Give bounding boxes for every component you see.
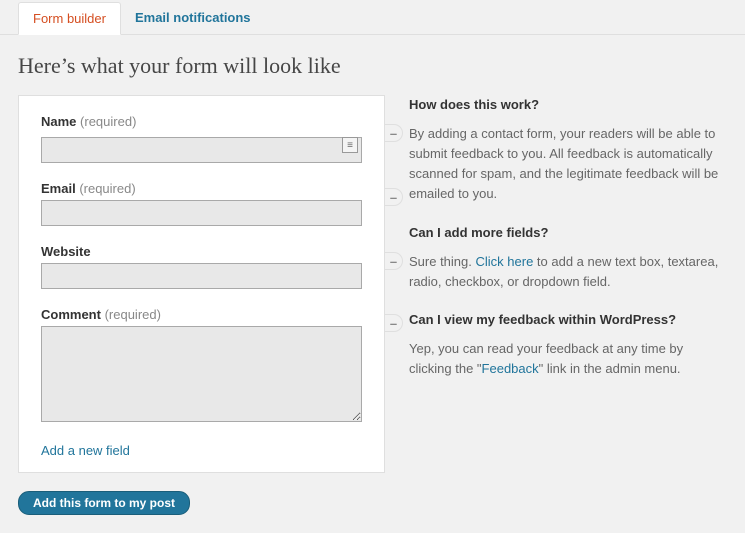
add-new-field-link[interactable]: Add a new field — [41, 443, 130, 458]
drag-handle[interactable]: – — [385, 124, 403, 142]
help-heading-more: Can I add more fields? — [409, 225, 727, 240]
field-email-label: Email — [41, 181, 76, 196]
help-text-feedback: Yep, you can read your feedback at any t… — [409, 339, 727, 379]
field-website[interactable]: Website — [41, 244, 362, 289]
name-input[interactable] — [41, 137, 362, 163]
tab-form-builder[interactable]: Form builder — [18, 2, 121, 35]
field-comment[interactable]: Comment (required) — [41, 307, 362, 425]
add-form-button[interactable]: Add this form to my post — [18, 491, 190, 515]
help-sidebar: How does this work? By adding a contact … — [409, 95, 727, 399]
field-name[interactable]: Name (required) ≡ — [41, 114, 362, 163]
email-input[interactable] — [41, 200, 362, 226]
drag-handle[interactable]: – — [385, 314, 403, 332]
feedback-link[interactable]: Feedback — [482, 361, 539, 376]
drag-handle[interactable]: – — [385, 252, 403, 270]
help-heading-feedback: Can I view my feedback within WordPress? — [409, 312, 727, 327]
contact-icon: ≡ — [342, 137, 358, 153]
help-heading-how: How does this work? — [409, 97, 727, 112]
tabs-bar: Form builder Email notifications — [0, 0, 745, 35]
field-comment-required: (required) — [105, 307, 161, 322]
page-title: Here’s what your form will look like — [18, 53, 727, 79]
field-name-required: (required) — [80, 114, 136, 129]
help-text-more: Sure thing. Click here to add a new text… — [409, 252, 727, 292]
click-here-link[interactable]: Click here — [476, 254, 534, 269]
drag-handle[interactable]: – — [385, 188, 403, 206]
field-website-label: Website — [41, 244, 91, 259]
field-email[interactable]: Email (required) — [41, 181, 362, 226]
comment-textarea[interactable] — [41, 326, 362, 422]
field-comment-label: Comment — [41, 307, 101, 322]
website-input[interactable] — [41, 263, 362, 289]
help-text-how: By adding a contact form, your readers w… — [409, 124, 727, 205]
tab-email-notifications[interactable]: Email notifications — [121, 2, 265, 34]
field-email-required: (required) — [79, 181, 135, 196]
form-preview-card: – – – – Name (required) ≡ Email (require… — [18, 95, 385, 473]
field-name-label: Name — [41, 114, 76, 129]
